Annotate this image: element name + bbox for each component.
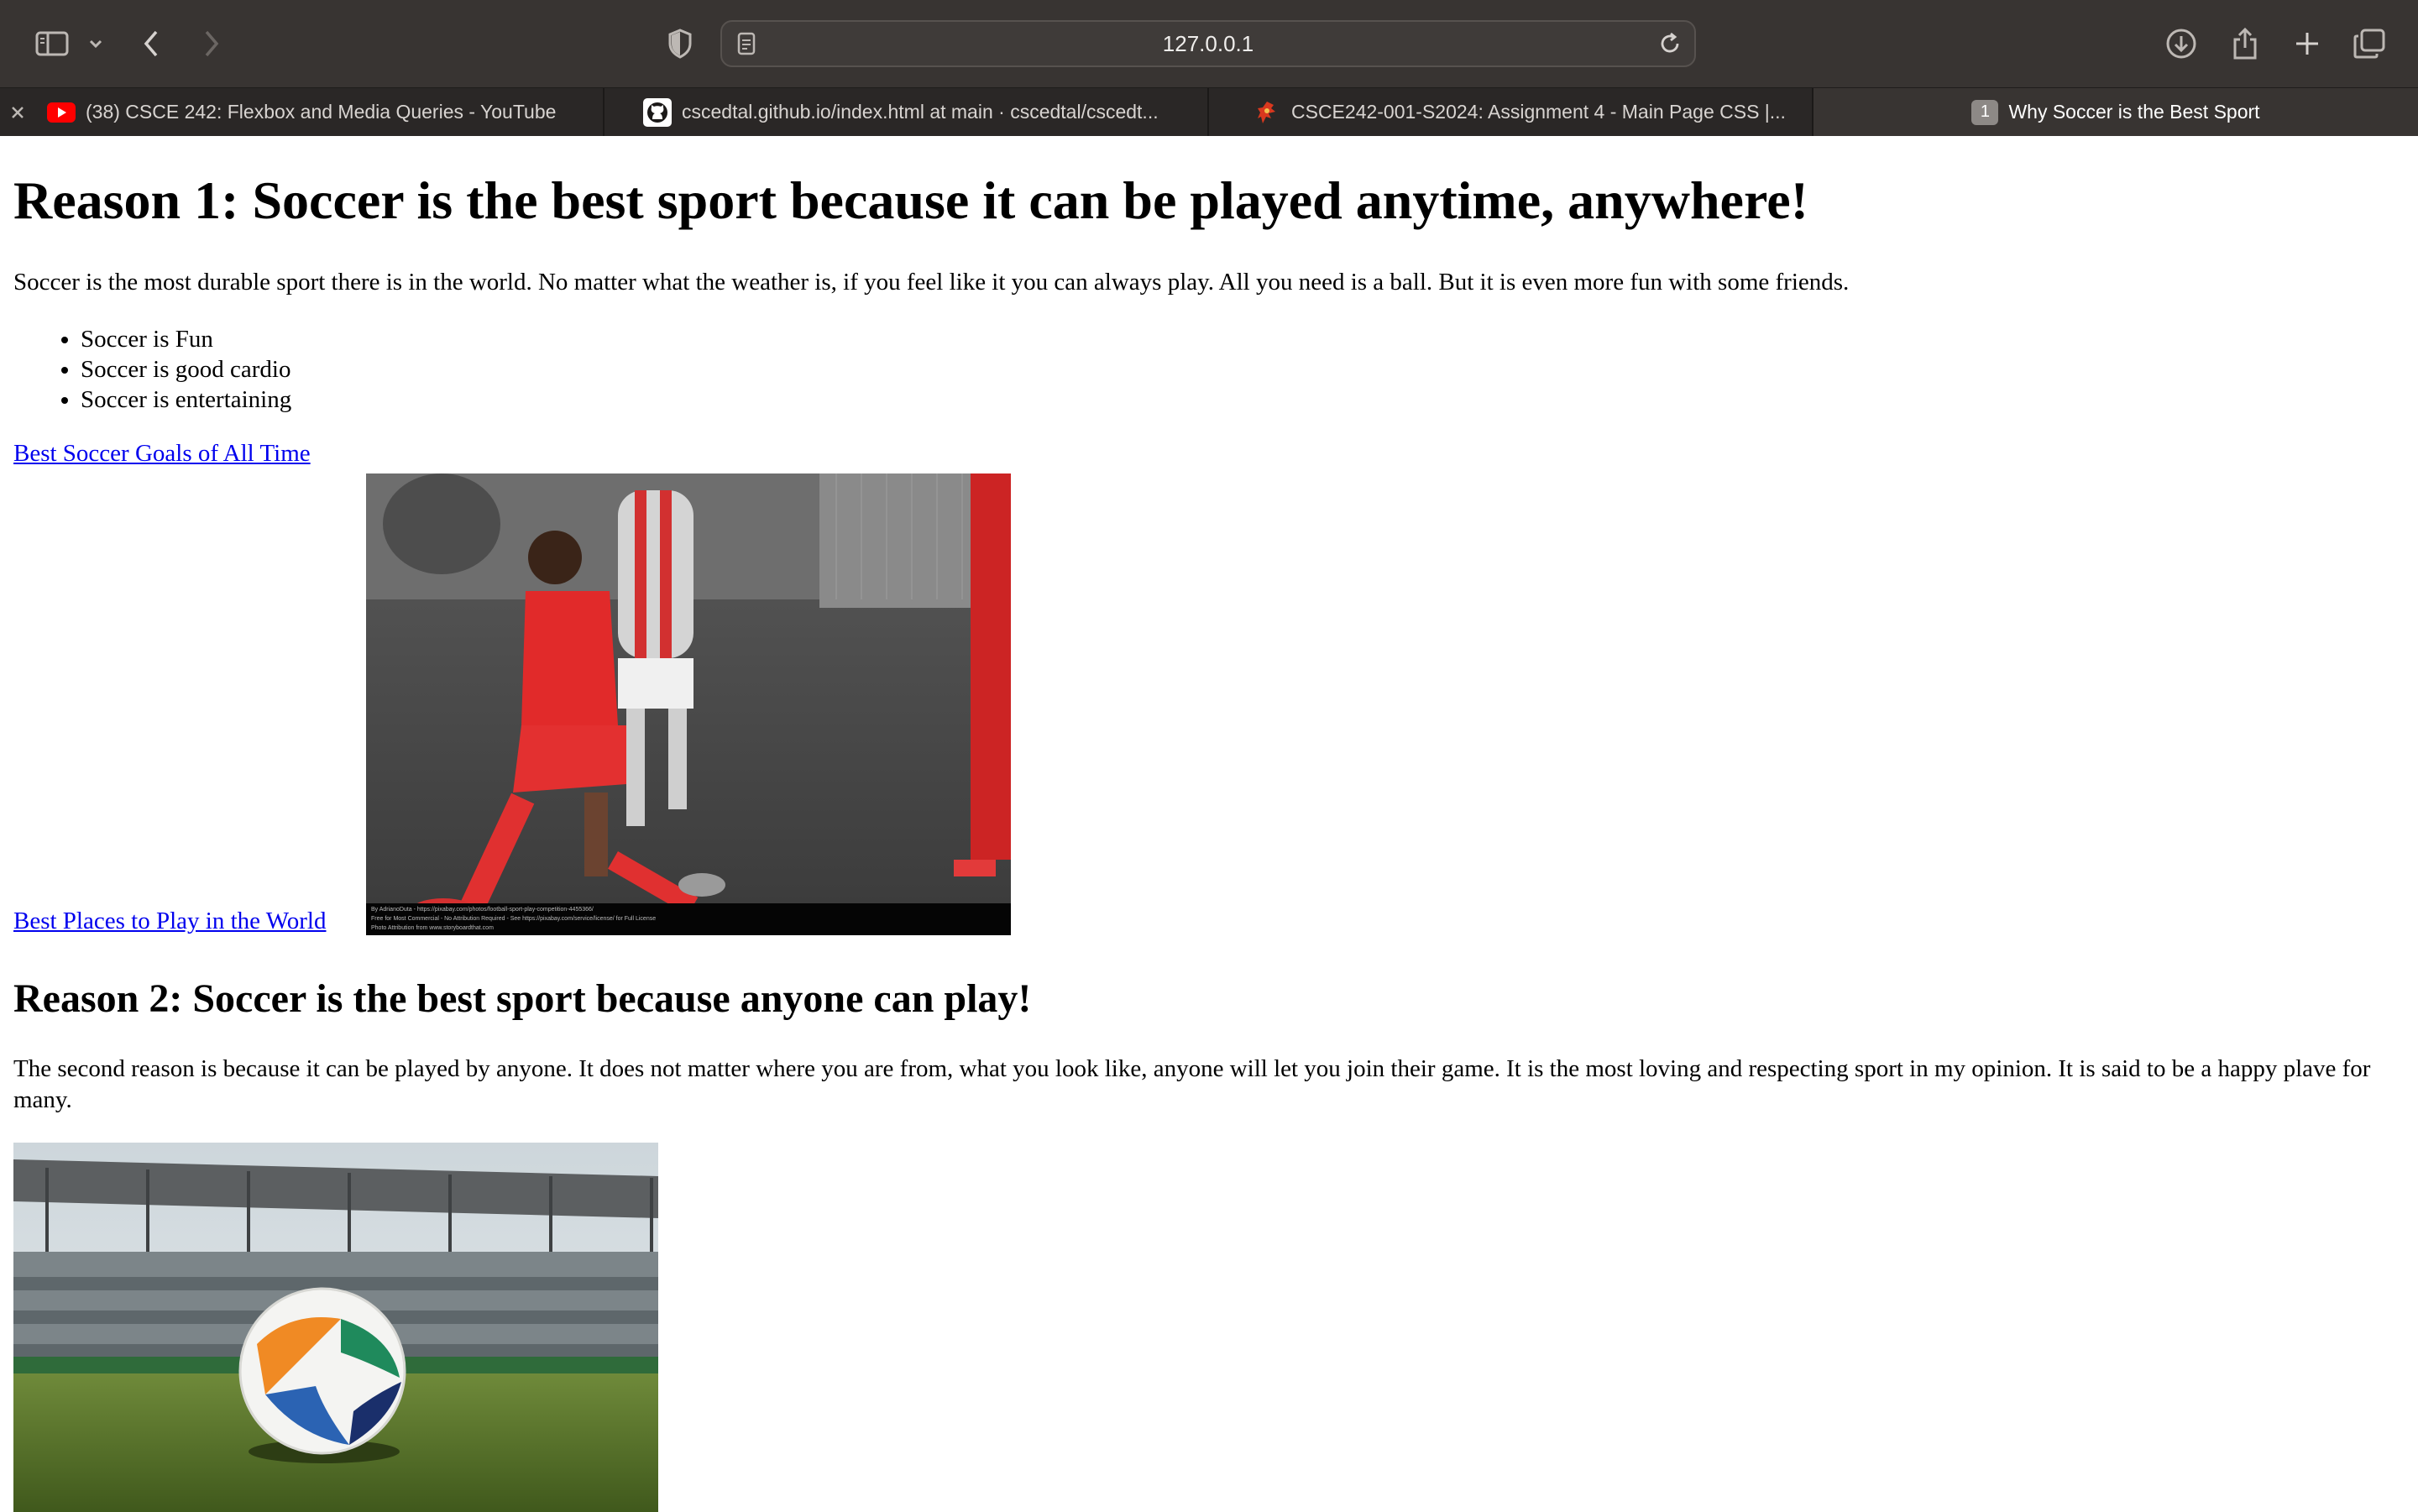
list-item: Soccer is entertaining bbox=[81, 385, 291, 415]
back-icon[interactable] bbox=[138, 20, 165, 67]
download-icon[interactable] bbox=[2163, 20, 2200, 67]
reason-2-heading: Reason 2: Soccer is the best sport becau… bbox=[13, 976, 1032, 1021]
tab-overview-icon[interactable] bbox=[2351, 20, 2388, 67]
image-caption-strip: By AdrianoDuta - https://pixabay.com/pho… bbox=[366, 903, 1011, 935]
tab-label: Why Soccer is the Best Sport bbox=[2008, 101, 2260, 123]
youtube-icon bbox=[47, 98, 76, 127]
new-tab-icon[interactable] bbox=[2289, 20, 2326, 67]
close-icon[interactable] bbox=[10, 105, 29, 120]
reasons-list: Soccer is Fun Soccer is good cardio Socc… bbox=[13, 324, 291, 415]
list-item: Soccer is Fun bbox=[81, 324, 291, 354]
tab-number-badge: 1 bbox=[1971, 99, 1999, 125]
tab-github[interactable]: cscedtal.github.io/index.html at main · … bbox=[604, 88, 1209, 136]
browser-toolbar: 127.0.0.1 bbox=[0, 0, 2418, 87]
reload-icon[interactable] bbox=[1657, 31, 1683, 60]
privacy-shield-icon[interactable] bbox=[663, 20, 697, 67]
forward-icon[interactable] bbox=[198, 20, 225, 67]
tab-label: cscedtal.github.io/index.html at main · … bbox=[682, 101, 1159, 123]
tab-label: (38) CSCE 242: Flexbox and Media Queries… bbox=[86, 101, 557, 123]
github-icon bbox=[643, 97, 672, 127]
address-bar[interactable]: 127.0.0.1 bbox=[720, 20, 1696, 67]
soccer-ball-image bbox=[13, 1143, 658, 1512]
tab-youtube[interactable]: (38) CSCE 242: Flexbox and Media Queries… bbox=[0, 88, 604, 136]
caption-line: By AdrianoDuta - https://pixabay.com/pho… bbox=[371, 907, 594, 913]
reason-2-paragraph: The second reason is because it can be p… bbox=[13, 1055, 2371, 1113]
url-text[interactable]: 127.0.0.1 bbox=[722, 22, 1694, 65]
caption-line: Photo Attribution from www.storyboardtha… bbox=[371, 925, 494, 931]
share-icon[interactable] bbox=[2227, 20, 2264, 67]
reason-1-paragraph: Soccer is the most durable sport there i… bbox=[13, 269, 1850, 296]
best-goals-link[interactable]: Best Soccer Goals of All Time bbox=[13, 440, 311, 468]
best-places-link[interactable]: Best Places to Play in the World bbox=[13, 908, 326, 935]
course-icon bbox=[1253, 98, 1281, 127]
caption-line: Free for Most Commercial - No Attributio… bbox=[371, 916, 657, 922]
chevron-down-icon[interactable] bbox=[86, 20, 106, 67]
list-item: Soccer is good cardio bbox=[81, 354, 291, 385]
soccer-players-image: By AdrianoDuta - https://pixabay.com/pho… bbox=[366, 473, 1011, 935]
reason-1-heading: Reason 1: Soccer is the best sport becau… bbox=[13, 170, 1808, 230]
sidebar-toggle-icon[interactable] bbox=[32, 20, 72, 67]
tab-why-soccer[interactable]: 1 Why Soccer is the Best Sport bbox=[1814, 88, 2418, 136]
tab-label: CSCE242-001-S2024: Assignment 4 - Main P… bbox=[1291, 101, 1786, 123]
tab-assignment[interactable]: CSCE242-001-S2024: Assignment 4 - Main P… bbox=[1209, 88, 1814, 136]
tab-bar: (38) CSCE 242: Flexbox and Media Queries… bbox=[0, 87, 2418, 136]
